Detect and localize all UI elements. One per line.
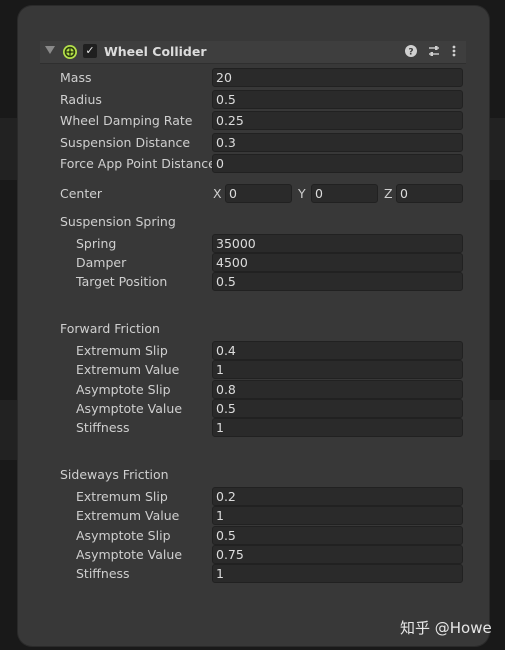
center-x-field[interactable]: 0 bbox=[225, 184, 292, 203]
damper-label: Damper bbox=[76, 255, 127, 270]
center-z-label: Z bbox=[384, 186, 393, 201]
sideways-asymptote-value-label: Asymptote Value bbox=[76, 547, 183, 562]
sideways-asymptote-value-row: Asymptote Value 0.75 bbox=[0, 545, 505, 565]
radius-row: Radius 0.5 bbox=[0, 90, 505, 110]
center-x-label: X bbox=[213, 186, 222, 201]
wheel-damping-rate-row: Wheel Damping Rate 0.25 bbox=[0, 111, 505, 131]
radius-label: Radius bbox=[60, 92, 102, 107]
center-row: Center X 0 Y 0 Z 0 bbox=[0, 184, 505, 204]
wheel-collider-icon bbox=[63, 45, 77, 59]
spring-row: Spring 35000 bbox=[0, 234, 505, 254]
enable-checkbox[interactable]: ✓ bbox=[83, 44, 97, 58]
center-y-field[interactable]: 0 bbox=[311, 184, 378, 203]
sideways-extremum-slip-field[interactable]: 0.2 bbox=[212, 487, 463, 506]
mass-field[interactable]: 20 bbox=[212, 68, 463, 87]
spring-label: Spring bbox=[76, 236, 117, 251]
sideways-extremum-slip-row: Extremum Slip 0.2 bbox=[0, 487, 505, 507]
sideways-asymptote-slip-label: Asymptote Slip bbox=[76, 528, 171, 543]
force-app-point-distance-label: Force App Point Distance bbox=[60, 156, 216, 171]
forward-stiffness-row: Stiffness 1 bbox=[0, 418, 505, 438]
presets-icon[interactable] bbox=[426, 43, 442, 59]
sideways-extremum-slip-label: Extremum Slip bbox=[76, 489, 168, 504]
target-position-label: Target Position bbox=[76, 274, 168, 289]
wheel-damping-rate-label: Wheel Damping Rate bbox=[60, 113, 193, 128]
center-z-field[interactable]: 0 bbox=[396, 184, 463, 203]
forward-asymptote-value-row: Asymptote Value 0.5 bbox=[0, 399, 505, 419]
sideways-stiffness-label: Stiffness bbox=[76, 566, 130, 581]
suspension-spring-heading: Suspension Spring bbox=[60, 214, 176, 229]
mass-label: Mass bbox=[60, 70, 92, 85]
force-app-point-distance-field[interactable]: 0 bbox=[212, 154, 463, 173]
forward-asymptote-slip-field[interactable]: 0.8 bbox=[212, 380, 463, 399]
watermark-text: 知乎 @Howe bbox=[400, 619, 492, 637]
forward-extremum-value-field[interactable]: 1 bbox=[212, 360, 463, 379]
sideways-stiffness-field[interactable]: 1 bbox=[212, 564, 463, 583]
sideways-asymptote-slip-field[interactable]: 0.5 bbox=[212, 526, 463, 545]
forward-extremum-slip-field[interactable]: 0.4 bbox=[212, 341, 463, 360]
forward-extremum-slip-label: Extremum Slip bbox=[76, 343, 168, 358]
damper-row: Damper 4500 bbox=[0, 253, 505, 273]
help-icon[interactable]: ? bbox=[403, 43, 419, 59]
svg-text:?: ? bbox=[408, 48, 413, 58]
mass-row: Mass 20 bbox=[0, 68, 505, 88]
forward-extremum-value-row: Extremum Value 1 bbox=[0, 360, 505, 380]
wheel-damping-rate-field[interactable]: 0.25 bbox=[212, 111, 463, 130]
sideways-stiffness-row: Stiffness 1 bbox=[0, 564, 505, 584]
suspension-distance-label: Suspension Distance bbox=[60, 135, 191, 150]
sideways-asymptote-slip-row: Asymptote Slip 0.5 bbox=[0, 526, 505, 546]
forward-extremum-value-label: Extremum Value bbox=[76, 362, 180, 377]
radius-field[interactable]: 0.5 bbox=[212, 90, 463, 109]
forward-stiffness-field[interactable]: 1 bbox=[212, 418, 463, 437]
sideways-extremum-value-label: Extremum Value bbox=[76, 508, 180, 523]
force-app-point-distance-row: Force App Point Distance 0 bbox=[0, 154, 505, 174]
center-y-label: Y bbox=[298, 186, 306, 201]
suspension-distance-field[interactable]: 0.3 bbox=[212, 133, 463, 152]
forward-asymptote-slip-row: Asymptote Slip 0.8 bbox=[0, 380, 505, 400]
sideways-friction-heading: Sideways Friction bbox=[60, 467, 169, 482]
suspension-distance-row: Suspension Distance 0.3 bbox=[0, 133, 505, 153]
damper-field[interactable]: 4500 bbox=[212, 253, 463, 272]
forward-asymptote-slip-label: Asymptote Slip bbox=[76, 382, 171, 397]
sideways-asymptote-value-field[interactable]: 0.75 bbox=[212, 545, 463, 564]
forward-extremum-slip-row: Extremum Slip 0.4 bbox=[0, 341, 505, 361]
center-label: Center bbox=[60, 186, 103, 201]
more-options-icon[interactable] bbox=[446, 43, 462, 59]
forward-friction-heading: Forward Friction bbox=[60, 321, 160, 336]
target-position-field[interactable]: 0.5 bbox=[212, 272, 463, 291]
sideways-extremum-value-row: Extremum Value 1 bbox=[0, 506, 505, 526]
forward-asymptote-value-label: Asymptote Value bbox=[76, 401, 183, 416]
forward-stiffness-label: Stiffness bbox=[76, 420, 130, 435]
target-position-row: Target Position 0.5 bbox=[0, 272, 505, 292]
component-header[interactable]: ✓ Wheel Collider ? bbox=[40, 41, 466, 64]
component-title: Wheel Collider bbox=[104, 44, 207, 59]
foldout-arrow-icon[interactable] bbox=[45, 46, 55, 54]
spring-field[interactable]: 35000 bbox=[212, 234, 463, 253]
sideways-extremum-value-field[interactable]: 1 bbox=[212, 506, 463, 525]
forward-asymptote-value-field[interactable]: 0.5 bbox=[212, 399, 463, 418]
